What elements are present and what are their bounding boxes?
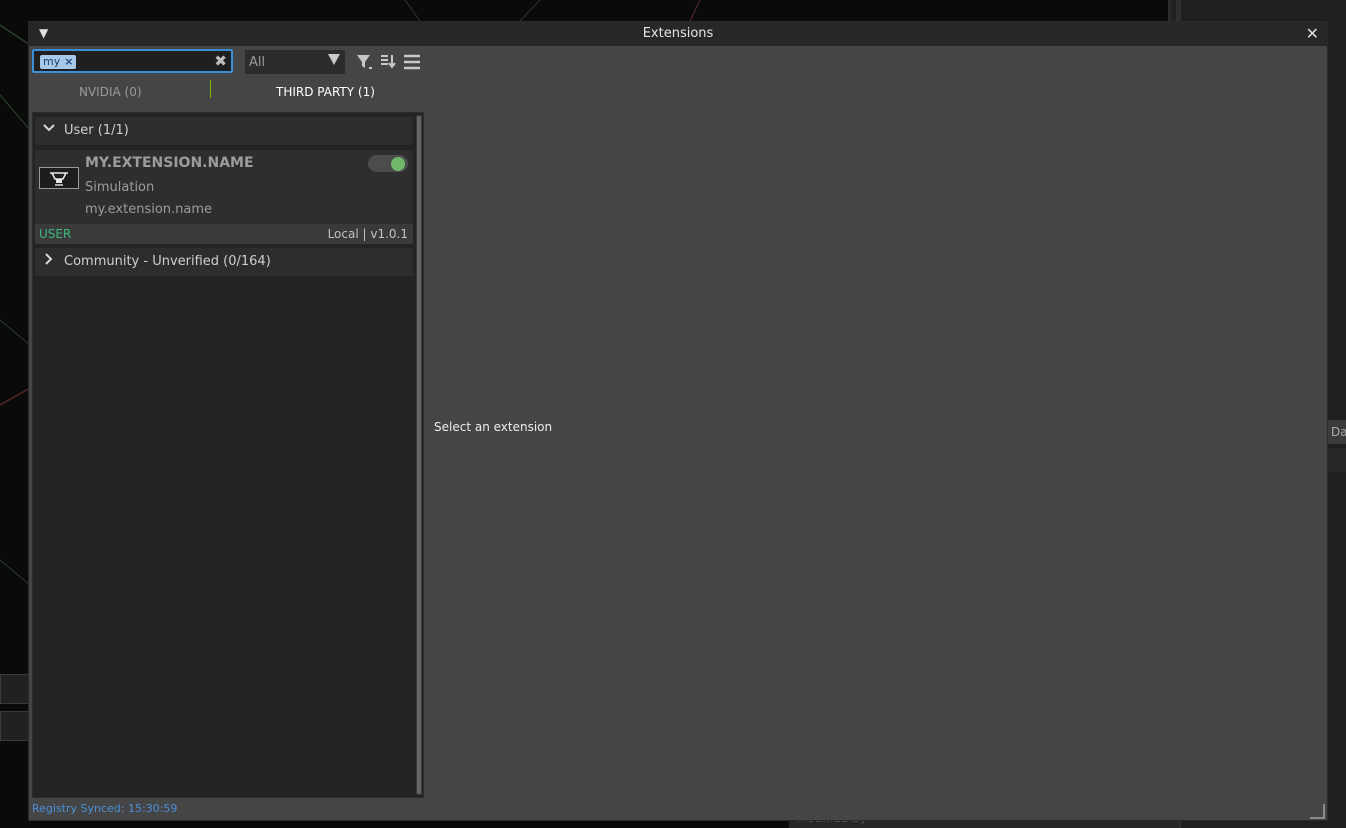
chip-remove-icon[interactable]: ×	[64, 55, 73, 68]
search-chip-label: my	[43, 55, 61, 68]
resize-grip-icon[interactable]	[1309, 803, 1325, 819]
dropdown-arrow-icon	[328, 54, 340, 65]
toggle-knob	[391, 157, 405, 171]
background-left-boxes	[0, 674, 29, 748]
extension-id: my.extension.name	[85, 202, 213, 217]
window-title: Extensions	[642, 26, 714, 41]
group-community-label: Community - Unverified (0/164)	[64, 254, 271, 269]
extension-list: User (1/1) MY.EXTENSION.NAME Simulation …	[32, 112, 424, 798]
group-community[interactable]: Community - Unverified (0/164)	[35, 248, 413, 276]
registry-status: Registry Synced: 15:30:59	[32, 802, 178, 815]
extension-tag: USER	[39, 227, 72, 241]
close-icon[interactable]: ✕	[1306, 24, 1319, 43]
extensions-window: ▼ Extensions ✕ my × ✖ All NVIDIA (0) THIR…	[28, 21, 1328, 821]
scrollbar-thumb[interactable]	[417, 116, 421, 794]
extension-footer: USER Local | v1.0.1	[35, 224, 413, 244]
group-user[interactable]: User (1/1)	[35, 117, 413, 145]
title-bar[interactable]: ▼ Extensions ✕	[29, 22, 1327, 46]
extension-name: MY.EXTENSION.NAME	[85, 155, 254, 171]
extension-category: Simulation	[85, 180, 155, 195]
tab-third-party[interactable]: THIRD PARTY (1)	[276, 85, 375, 99]
search-chip[interactable]: my ×	[40, 55, 77, 69]
filter-dropdown-value: All	[249, 55, 266, 70]
enable-toggle[interactable]	[368, 155, 408, 172]
details-empty-message: Select an extension	[434, 420, 553, 434]
extension-icon	[39, 167, 79, 189]
extension-item[interactable]: MY.EXTENSION.NAME Simulation my.extensio…	[35, 150, 413, 244]
tab-nvidia[interactable]: NVIDIA (0)	[79, 85, 142, 99]
background-tab: Da	[1328, 420, 1346, 444]
group-user-label: User (1/1)	[64, 123, 129, 138]
search-input[interactable]: my × ✖	[32, 49, 233, 73]
chevron-down-icon[interactable]	[43, 122, 55, 138]
clear-search-icon[interactable]: ✖	[214, 52, 227, 70]
filter-icon[interactable]	[355, 53, 373, 71]
chevron-right-icon[interactable]	[43, 253, 55, 269]
extension-version: Local | v1.0.1	[327, 227, 408, 241]
sort-icon[interactable]	[379, 53, 397, 71]
menu-icon[interactable]	[403, 53, 421, 71]
tab-divider	[210, 80, 211, 98]
background-tab-empty	[1328, 448, 1346, 472]
filter-dropdown[interactable]: All	[245, 50, 345, 74]
